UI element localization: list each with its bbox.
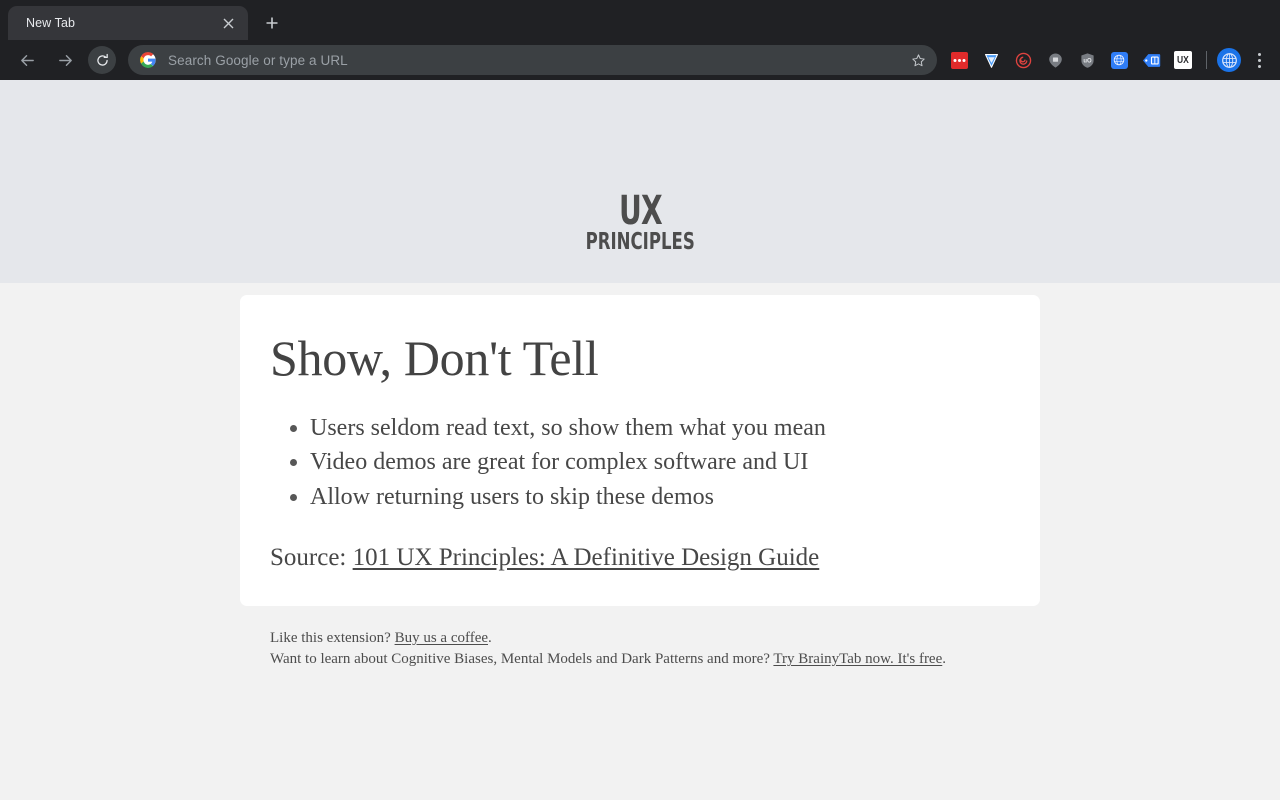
logo-line-principles: PRINCIPLES [585,229,695,255]
footer-line-2: Want to learn about Cognitive Biases, Me… [270,649,946,670]
footer-line-2-prefix: Want to learn about Cognitive Biases, Me… [270,651,774,668]
back-arrow-icon[interactable] [12,45,42,75]
footer-line-1-prefix: Like this extension? [270,630,395,646]
ux-principles-logo: UX PRINCIPLES [0,188,1280,255]
globe-blue-icon[interactable] [1105,45,1133,75]
page-footer: Like this extension? Buy us a coffee. Wa… [270,628,946,671]
google-g-icon [140,52,156,68]
svg-text:uO: uO [1083,58,1092,64]
source-line: Source: 101 UX Principles: A Definitive … [270,544,1010,572]
buy-us-a-coffee-link[interactable]: Buy us a coffee [395,630,488,646]
menu-dot [1257,58,1261,62]
close-icon[interactable] [218,13,238,33]
chat-pin-icon[interactable] [1041,45,1069,75]
search-input[interactable]: Search Google or type a URL [168,53,905,68]
principle-card: Show, Don't Tell Users seldom read text,… [240,295,1040,607]
browser-tab-new-tab[interactable]: New Tab [8,6,248,40]
source-link[interactable]: 101 UX Principles: A Definitive Design G… [353,544,820,571]
star-outline-icon[interactable] [905,47,931,73]
footer-line-1-suffix: . [488,630,492,646]
try-brainytab-link[interactable]: Try BrainyTab now. It's free [773,651,942,667]
three-dot-menu-icon[interactable] [1246,45,1272,75]
list-item: Allow returning users to skip these demo… [310,481,1010,514]
list-item: Video demos are great for complex softwa… [310,446,1010,479]
logo-line-ux: UX [618,188,663,234]
browser-chrome: New Tab Search Google or type a URL uO U… [0,0,1280,80]
menu-dot [1257,64,1261,68]
tab-title: New Tab [26,16,76,30]
extensions-bar: uO UX [943,45,1272,75]
ux-icon[interactable]: UX [1169,45,1197,75]
bookmark-tag-icon[interactable] [1137,45,1165,75]
menu-dot [1257,52,1261,56]
red-dots-icon[interactable] [945,45,973,75]
browser-toolbar: Search Google or type a URL uO UX [0,40,1280,80]
toolbar-divider [1206,51,1207,69]
principle-bullet-list: Users seldom read text, so show them wha… [270,412,1010,514]
reload-icon[interactable] [88,46,116,74]
tab-strip: New Tab [0,0,1280,40]
list-item: Users seldom read text, so show them wha… [310,412,1010,445]
diamond-icon[interactable] [977,45,1005,75]
spiral-icon[interactable] [1009,45,1037,75]
forward-arrow-icon[interactable] [50,45,80,75]
new-tab-button[interactable] [258,9,286,37]
footer-line-2-suffix: . [942,651,947,668]
globe-avatar-icon[interactable] [1217,48,1241,72]
source-label: Source: [270,544,353,572]
footer-line-1: Like this extension? Buy us a coffee. [270,628,946,649]
shield-ub-icon[interactable]: uO [1073,45,1101,75]
omnibox[interactable]: Search Google or type a URL [128,45,937,75]
new-tab-page: UX PRINCIPLES Show, Don't Tell Users sel… [0,80,1280,800]
page-title: Show, Don't Tell [270,330,599,386]
